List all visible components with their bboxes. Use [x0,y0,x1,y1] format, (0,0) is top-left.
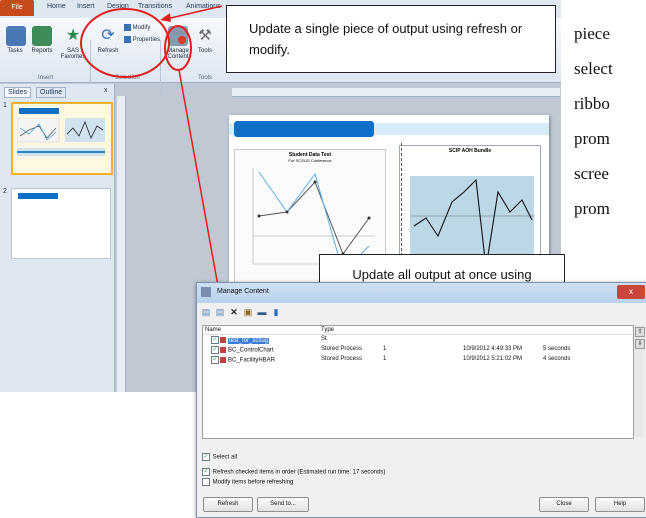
list-item[interactable]: BC_FacilityHBAR Stored Process 1 10/9/20… [211,356,631,365]
item-date: 10/9/2012 5:21:02 PM [463,356,523,362]
item-name: test_for_scsug [228,337,270,344]
item-runtime: 5 seconds [543,346,571,352]
modify-before-label: Modify items before refreshing [212,479,294,486]
item-version: 1 [383,346,387,352]
select-all-label: Select all [212,454,238,461]
send-to-button[interactable]: Send to... [257,497,309,512]
document-line: ribbo [574,94,610,113]
select-all-checkbox[interactable]: Select all [202,453,237,461]
document-line: select [574,59,613,78]
item-checkbox[interactable] [211,346,219,354]
item-date: 10/9/2012 4:49:33 PM [463,346,523,352]
item-checkbox[interactable] [211,356,219,364]
manage-content-dialog: Manage Content x ▤ ▤ ✕ ▣ ▬ ▮ Name Type t… [196,282,646,518]
checkbox[interactable] [202,468,210,476]
modify-before-checkbox[interactable]: Modify items before refreshing [202,478,293,486]
list-item[interactable]: BC_ControlChart Stored Process 1 10/9/20… [211,346,631,355]
move-down-button[interactable]: ⇩ [635,339,645,349]
close-dialog-button[interactable]: Close [539,497,589,512]
arrow-head [160,13,171,22]
document-line: scree [574,164,609,183]
stored-process-icon [220,347,226,353]
list-item[interactable]: test_for_scsug St [211,336,631,345]
checkbox[interactable] [202,478,210,486]
highlight-ellipse-selection [80,8,170,78]
refresh-dialog-button[interactable]: Refresh [203,497,253,512]
refresh-in-order-label: Refresh checked items in order (Estimate… [212,469,386,476]
info-icon[interactable]: ▮ [271,307,281,317]
content-list: Name Type test_for_scsug St BC_ControlCh… [202,325,634,439]
delete-icon[interactable]: ✕ [229,307,239,317]
stored-process-icon [220,337,226,343]
document-text-fragment: piece select ribbo prom scree prom [574,16,613,226]
callout-refresh-modify: Update a single piece of output using re… [226,5,556,73]
dialog-title: Manage Content [217,288,269,295]
app-icon [201,287,211,297]
document-line: piece [574,24,610,43]
arrow-line [161,5,223,21]
checkbox[interactable] [202,453,210,461]
item-type: Stored Process [321,346,363,352]
dialog-title-bar: Manage Content x [197,283,646,303]
refresh-in-order-checkbox[interactable]: Refresh checked items in order (Estimate… [202,468,385,476]
column-header-type[interactable]: Type [321,327,334,333]
help-button[interactable]: Help [595,497,645,512]
document-line: prom [574,129,610,148]
item-name: BC_ControlChart [228,347,274,354]
find-icon[interactable]: ▣ [243,307,253,317]
move-up-icon[interactable]: ▤ [201,307,211,317]
stored-process-icon [220,357,226,363]
move-down-icon[interactable]: ▤ [215,307,225,317]
edit-icon[interactable]: ▬ [257,307,267,317]
column-header-name[interactable]: Name [205,327,221,333]
item-type: St [321,336,327,342]
item-name: BC_FacilityHBAR [228,357,276,364]
close-button[interactable]: x [617,285,645,299]
item-checkbox[interactable] [211,336,219,344]
move-up-button[interactable]: ⇧ [635,327,645,337]
item-version: 1 [383,356,387,362]
document-line: prom [574,199,610,218]
item-runtime: 4 seconds [543,356,571,362]
item-type: Stored Process [321,356,363,362]
side-buttons: ⇧ ⇩ [634,325,645,437]
